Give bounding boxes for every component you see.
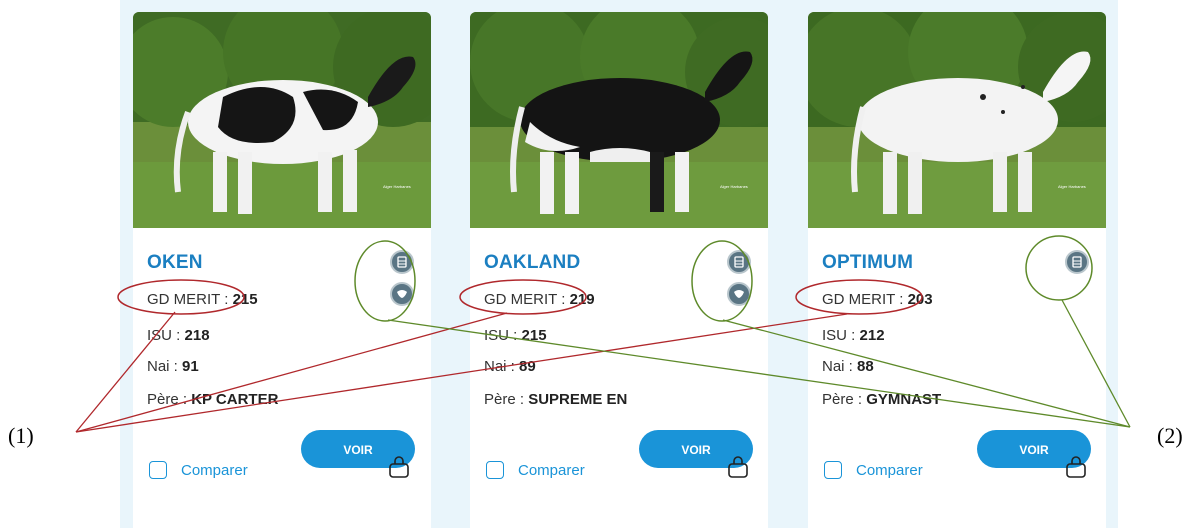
basket-icon[interactable] <box>388 455 410 484</box>
nai-row: Nai : 88 <box>822 358 874 375</box>
nai-row: Nai : 91 <box>147 358 199 375</box>
gd-merit-value: 203 <box>907 291 933 308</box>
pere-row: Père : GYMNAST <box>822 391 941 408</box>
pere-value: GYMNAST <box>866 391 942 408</box>
pere-value: KP CARTER <box>191 391 279 408</box>
gd-merit-value: 219 <box>569 291 595 308</box>
nai-value: 88 <box>857 358 874 375</box>
genomic-icon[interactable] <box>390 282 414 306</box>
gd-merit-label: GD MERIT : <box>822 291 908 308</box>
isu-value: 218 <box>184 327 210 344</box>
bull-card-optimum: Alger Harbanes OPTIMUM GD MERIT : 203 IS… <box>808 12 1106 528</box>
isu-row: ISU : 215 <box>484 327 547 344</box>
gd-merit-row: GD MERIT : 203 <box>822 291 933 308</box>
pere-label: Père : <box>822 391 867 408</box>
photo-credit: Alger Harbanes <box>383 184 411 189</box>
gd-merit-row: GD MERIT : 219 <box>484 291 595 308</box>
bull-photo[interactable]: Alger Harbanes <box>470 12 768 228</box>
pere-label: Père : <box>484 391 529 408</box>
nai-value: 91 <box>182 358 199 375</box>
isu-row: ISU : 218 <box>147 327 210 344</box>
bull-name[interactable]: OKEN <box>147 252 203 274</box>
isu-label: ISU : <box>147 327 185 344</box>
isu-label: ISU : <box>484 327 522 344</box>
bull-name[interactable]: OAKLAND <box>484 252 580 274</box>
nai-label: Nai : <box>147 358 183 375</box>
compare-label[interactable]: Comparer <box>856 462 923 479</box>
compare-label[interactable]: Comparer <box>181 462 248 479</box>
polled-icon[interactable] <box>727 250 751 274</box>
compare-label[interactable]: Comparer <box>518 462 585 479</box>
pere-value: SUPREME EN <box>528 391 628 408</box>
compare-checkbox[interactable] <box>149 461 167 479</box>
pere-label: Père : <box>147 391 192 408</box>
bull-name[interactable]: OPTIMUM <box>822 252 913 274</box>
gd-merit-row: GD MERIT : 215 <box>147 291 258 308</box>
gd-merit-label: GD MERIT : <box>484 291 570 308</box>
bull-photo[interactable]: Alger Harbanes <box>808 12 1106 228</box>
nai-label: Nai : <box>484 358 520 375</box>
isu-label: ISU : <box>822 327 860 344</box>
isu-value: 215 <box>521 327 547 344</box>
gd-merit-value: 215 <box>232 291 258 308</box>
annotation-label-2: (2) <box>1157 423 1183 448</box>
photo-credit: Alger Harbanes <box>720 184 748 189</box>
compare-checkbox[interactable] <box>824 461 842 479</box>
pere-row: Père : SUPREME EN <box>484 391 627 408</box>
nai-row: Nai : 89 <box>484 358 536 375</box>
pere-row: Père : KP CARTER <box>147 391 278 408</box>
polled-icon[interactable] <box>390 250 414 274</box>
photo-credit: Alger Harbanes <box>1058 184 1086 189</box>
bull-card-oakland: Alger Harbanes OAKLAND GD MERIT : 219 IS… <box>470 12 768 528</box>
genomic-icon[interactable] <box>727 282 751 306</box>
bull-card-oken: Alger Harbanes OKEN GD MERIT : 215 ISU :… <box>133 12 431 528</box>
annotation-label-1: (1) <box>8 423 34 448</box>
isu-row: ISU : 212 <box>822 327 885 344</box>
nai-label: Nai : <box>822 358 858 375</box>
basket-icon[interactable] <box>1065 455 1087 484</box>
basket-icon[interactable] <box>727 455 749 484</box>
compare-checkbox[interactable] <box>486 461 504 479</box>
polled-icon[interactable] <box>1065 250 1089 274</box>
isu-value: 212 <box>859 327 885 344</box>
gd-merit-label: GD MERIT : <box>147 291 233 308</box>
bull-photo[interactable]: Alger Harbanes <box>133 12 431 228</box>
nai-value: 89 <box>519 358 536 375</box>
